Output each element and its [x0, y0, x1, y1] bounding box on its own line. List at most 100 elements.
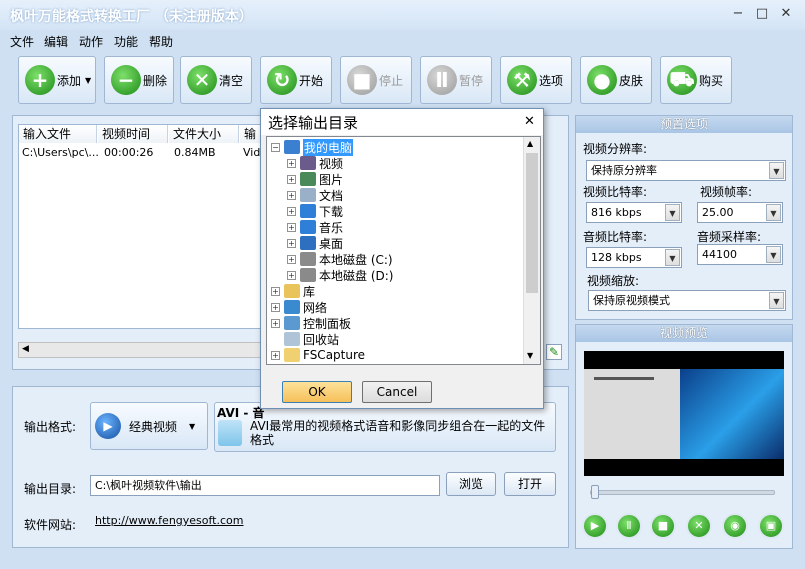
sample-rate-select[interactable]: 44100 ▼	[697, 244, 783, 265]
row-file: C:\Users\pc\...	[22, 146, 99, 159]
tree-node[interactable]: − 我的电脑	[271, 138, 354, 156]
start-button[interactable]: ↻ 开始	[260, 56, 332, 104]
expander-icon[interactable]: +	[271, 286, 280, 296]
chevron-down-icon: ▼	[665, 204, 680, 221]
maximize-button[interactable]: □	[752, 6, 772, 22]
skin-button[interactable]: ● 皮肤	[580, 56, 652, 104]
expander-icon[interactable]: +	[287, 206, 296, 216]
expander-icon[interactable]: −	[271, 142, 280, 152]
expander-icon[interactable]: +	[287, 222, 296, 232]
column-file-size[interactable]: 文件大小	[169, 125, 239, 143]
options-button[interactable]: ⚒ 选项	[500, 56, 572, 104]
seek-handle[interactable]	[591, 485, 599, 499]
folder-icon	[284, 300, 300, 314]
file-icon	[218, 420, 242, 446]
cancel-button[interactable]: Cancel	[362, 381, 432, 403]
expander-icon[interactable]: +	[287, 174, 296, 184]
tree-node[interactable]: + 下载	[287, 203, 343, 219]
tree-node-label: FSCapture	[303, 348, 366, 362]
audio-bitrate-label: 音频比特率:	[583, 230, 648, 244]
expander-icon[interactable]: +	[287, 270, 296, 280]
resolution-select[interactable]: 保持原分辨率 ▼	[586, 160, 786, 181]
open-button[interactable]: 打开	[504, 472, 556, 496]
format-category-button[interactable]: ▶ 经典视频 ▼	[90, 402, 208, 450]
delete-button[interactable]: − 删除	[104, 56, 174, 104]
play-icon[interactable]: ▶	[582, 513, 608, 539]
pause-button[interactable]: Ⅱ 暂停	[420, 56, 492, 104]
dialog-close-icon[interactable]: ✕	[524, 114, 535, 129]
output-dir-input[interactable]: C:\枫叶视频软件\输出	[90, 475, 440, 496]
website-link[interactable]: http://www.fengyesoft.com	[95, 514, 244, 527]
tree-node[interactable]: 回收站	[271, 331, 339, 347]
menu-edit[interactable]: 编辑	[44, 33, 68, 50]
expander-icon[interactable]: +	[271, 350, 280, 360]
video-bitrate-select[interactable]: 816 kbps ▼	[586, 202, 682, 223]
chevron-down-icon: ▼	[766, 246, 781, 263]
tree-node-label: 库	[303, 284, 316, 299]
mute-icon[interactable]: ✕	[686, 513, 712, 539]
tree-node[interactable]: + FSCapture	[271, 347, 365, 363]
folder-icon	[284, 332, 300, 346]
folder-tree[interactable]: − 我的电脑 + 视频 + 图片 + 文档 + 下载 + 音乐 + 桌面 + 本地磁盘 (C:) + 本地磁盘 (…	[266, 136, 541, 365]
expander-icon[interactable]: +	[287, 254, 296, 264]
edit-icon[interactable]: ✎	[546, 344, 562, 360]
tools-icon: ⚒	[507, 65, 537, 95]
folder-icon	[300, 156, 316, 170]
format-description: AVI最常用的视频格式语音和影像同步组合在一起的文件格式	[250, 419, 546, 447]
tree-node[interactable]: + 图片	[287, 171, 343, 187]
tree-node[interactable]: + 桌面	[287, 235, 343, 251]
audio-bitrate-select[interactable]: 128 kbps ▼	[586, 247, 682, 268]
column-video-time[interactable]: 视频时间	[98, 125, 168, 143]
ok-button[interactable]: OK	[282, 381, 352, 403]
expander-icon[interactable]: +	[287, 190, 296, 200]
tree-node[interactable]: + 库	[271, 283, 315, 299]
column-input-file[interactable]: 输入文件	[19, 125, 97, 143]
expander-icon[interactable]: +	[271, 318, 280, 328]
menu-function[interactable]: 功能	[114, 33, 138, 50]
tree-node[interactable]: + 网络	[271, 299, 327, 315]
stop-icon[interactable]: ■	[650, 513, 676, 539]
tree-node[interactable]: + 音乐	[287, 219, 343, 235]
tree-node[interactable]: + 本地磁盘 (C:)	[287, 251, 393, 267]
window-title: 枫叶万能格式转换工厂 （未注册版本）	[10, 9, 253, 25]
add-button[interactable]: + 添加 ▼	[18, 56, 96, 104]
menu-action[interactable]: 动作	[79, 33, 103, 50]
tree-node[interactable]: + 文档	[287, 187, 343, 203]
dialog-title: 选择输出目录	[268, 114, 359, 132]
tree-node[interactable]: + 控制面板	[271, 315, 351, 331]
vertical-scrollbar[interactable]: ▲ ▼	[523, 137, 540, 364]
pause-icon: Ⅱ	[427, 65, 457, 95]
buy-button[interactable]: ⛟ 购买	[660, 56, 732, 104]
tree-node[interactable]: + 本地磁盘 (D:)	[287, 267, 393, 283]
close-button[interactable]: ✕	[776, 6, 796, 22]
output-dir-label: 输出目录:	[24, 482, 77, 496]
browse-button[interactable]: 浏览	[446, 472, 496, 496]
stop-button[interactable]: ■ 停止	[340, 56, 412, 104]
tree-node-label: 文档	[319, 188, 344, 203]
preview-title: 视频预览	[576, 325, 792, 342]
snapshot-icon[interactable]: ◉	[722, 513, 748, 539]
expander-icon[interactable]	[271, 335, 280, 344]
frame-rate-label: 视频帧率:	[700, 185, 753, 199]
output-format-label: 输出格式:	[24, 420, 77, 434]
pause-icon[interactable]: Ⅱ	[616, 513, 642, 539]
chevron-down-icon: ▼	[769, 292, 784, 309]
tree-node-label: 控制面板	[303, 316, 352, 331]
seek-slider[interactable]	[590, 490, 775, 495]
menu-help[interactable]: 帮助	[149, 33, 173, 50]
expander-icon[interactable]: +	[271, 302, 280, 312]
minimize-button[interactable]: −	[728, 6, 748, 22]
expander-icon[interactable]: +	[287, 238, 296, 248]
menu-file[interactable]: 文件	[10, 33, 34, 50]
cart-icon: ⛟	[667, 65, 697, 95]
horizontal-scrollbar[interactable]: ◀	[18, 342, 264, 358]
tree-node[interactable]: + 视频	[287, 155, 343, 171]
clear-button[interactable]: ✕ 清空	[180, 56, 252, 104]
expander-icon[interactable]: +	[287, 158, 296, 168]
folder-icon	[300, 204, 316, 218]
folder-icon	[300, 172, 316, 186]
scale-select[interactable]: 保持原视频模式 ▼	[588, 290, 786, 311]
frame-rate-select[interactable]: 25.00 ▼	[697, 202, 783, 223]
chevron-down-icon: ▼	[769, 162, 784, 179]
fullscreen-icon[interactable]: ▣	[758, 513, 784, 539]
